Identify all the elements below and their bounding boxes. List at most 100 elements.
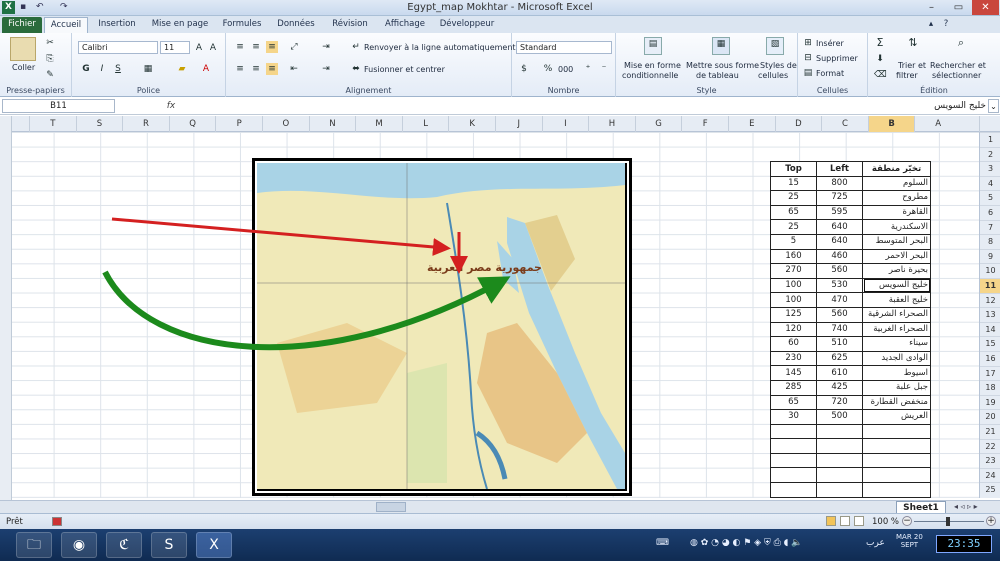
column-header-i[interactable]: I	[541, 116, 589, 132]
row-header-14[interactable]: 14	[980, 321, 1000, 337]
cell-top[interactable]: 160	[770, 248, 817, 265]
bold-button[interactable]: G	[80, 63, 92, 75]
tab-page-layout[interactable]: Mise en page	[148, 17, 212, 33]
row-header-1[interactable]: 1	[980, 132, 1000, 147]
shrink-font-icon[interactable]: A	[207, 42, 219, 54]
sort-filter-icon[interactable]: ⇅	[904, 37, 922, 55]
cell-name[interactable]: اسيوط	[862, 365, 931, 381]
zoom-in-icon[interactable]: +	[986, 516, 996, 526]
cell-empty[interactable]	[862, 452, 931, 469]
row-header-23[interactable]: 23	[980, 453, 1000, 468]
cell-top[interactable]: 285	[770, 379, 817, 396]
increase-indent-icon[interactable]: ⇥	[320, 63, 332, 75]
cell-name[interactable]: خليج العقبة	[862, 292, 931, 308]
cell-left[interactable]: 530	[816, 277, 863, 294]
decrease-decimal-icon[interactable]: ⁻	[598, 63, 610, 75]
row-header-6[interactable]: 6	[980, 205, 1000, 220]
cell-empty[interactable]	[816, 423, 863, 440]
column-header-n[interactable]: N	[308, 116, 356, 132]
header-left[interactable]: Left	[816, 161, 863, 177]
fill-icon[interactable]: ⬇	[874, 53, 886, 65]
column-header-d[interactable]: D	[774, 116, 822, 132]
cell-top[interactable]: 25	[770, 190, 817, 206]
row-header-9[interactable]: 9	[980, 248, 1000, 264]
cell-left[interactable]: 640	[816, 233, 863, 250]
cell-top[interactable]: 15	[770, 175, 817, 192]
tab-data[interactable]: Données	[274, 17, 318, 33]
cell-left[interactable]: 640	[816, 219, 863, 235]
row-header-24[interactable]: 24	[980, 467, 1000, 483]
row-header-8[interactable]: 8	[980, 234, 1000, 249]
tray-icons[interactable]: ◍ ✿ ◔ ◕ ◐ ⚑ ◈ ⛨ ⎙ ◖ 🔈	[690, 538, 802, 548]
column-header-o[interactable]: O	[262, 116, 309, 132]
row-header-5[interactable]: 5	[980, 190, 1000, 205]
row-header-25[interactable]: 25	[980, 482, 1000, 497]
align-top-icon[interactable]: ≡	[234, 41, 246, 53]
cell-empty[interactable]	[862, 438, 931, 454]
delete-icon[interactable]: ⊟	[802, 52, 814, 64]
cell-empty[interactable]	[862, 423, 931, 440]
align-right-icon[interactable]: ≡	[266, 63, 278, 75]
cell-empty[interactable]	[770, 423, 817, 440]
cell-left[interactable]: 510	[816, 336, 863, 352]
row-header-15[interactable]: 15	[980, 336, 1000, 351]
cell-left[interactable]: 725	[816, 190, 863, 206]
tab-insert[interactable]: Insertion	[94, 17, 140, 33]
cell-name[interactable]: البحر المتوسط	[862, 233, 931, 250]
column-header-m[interactable]: M	[355, 116, 402, 132]
expand-formula-icon[interactable]: ⌄	[988, 99, 999, 113]
fill-color-icon[interactable]: ▰	[176, 63, 188, 75]
restore-icon[interactable]: ▭	[945, 0, 972, 15]
row-header-2[interactable]: 2	[980, 146, 1000, 162]
cell-empty[interactable]	[816, 467, 863, 484]
excel-taskbar-icon[interactable]: X	[196, 532, 232, 558]
cell-name[interactable]: مطروح	[862, 190, 931, 206]
cell-left[interactable]: 595	[816, 204, 863, 221]
skype-icon[interactable]: S	[151, 532, 187, 558]
column-header-l[interactable]: L	[401, 116, 449, 132]
number-format-select[interactable]: Standard	[516, 41, 612, 54]
column-header-t[interactable]: T	[29, 116, 76, 132]
help-icon[interactable]: ?	[940, 17, 952, 33]
cell-empty[interactable]	[770, 452, 817, 469]
cell-empty[interactable]	[770, 467, 817, 484]
merge-center-button[interactable]: Fusionner et centrer	[364, 65, 445, 74]
clock[interactable]: 23:35	[936, 535, 992, 553]
cell-styles-button-2[interactable]: cellules	[758, 71, 788, 80]
cell-name[interactable]: الصحراء الشرقية	[862, 306, 931, 323]
percent-button[interactable]: %	[542, 63, 554, 75]
column-header-h[interactable]: H	[588, 116, 635, 132]
indent-icon[interactable]: ⇥	[320, 41, 332, 53]
row-header-12[interactable]: 12	[980, 292, 1000, 308]
header-region[interactable]: تخيّر منطقة	[862, 161, 931, 177]
table-format-icon[interactable]: ▦	[712, 37, 730, 55]
cell-top[interactable]: 25	[770, 219, 817, 235]
zoom-out-icon[interactable]: −	[902, 516, 912, 526]
cell-empty[interactable]	[862, 482, 931, 498]
cell-name[interactable]: العريش	[862, 409, 931, 425]
cell-name[interactable]: الوادى الجديد	[862, 350, 931, 367]
cell-empty[interactable]	[770, 482, 817, 498]
column-header-p[interactable]: P	[215, 116, 262, 132]
paste-icon[interactable]	[10, 37, 36, 61]
cell-empty[interactable]	[816, 438, 863, 454]
row-header-20[interactable]: 20	[980, 409, 1000, 424]
column-header-g[interactable]: G	[634, 116, 682, 132]
explorer-icon[interactable]: 🗀	[16, 532, 52, 558]
row-header-18[interactable]: 18	[980, 380, 1000, 395]
horizontal-scroll-thumb[interactable]	[376, 502, 406, 512]
tab-review[interactable]: Révision	[326, 17, 374, 33]
column-header-q[interactable]: Q	[168, 116, 216, 132]
cut-icon[interactable]: ✂	[44, 37, 56, 49]
cell-left[interactable]: 625	[816, 350, 863, 367]
increase-decimal-icon[interactable]: ⁺	[582, 63, 594, 75]
column-header-e[interactable]: E	[728, 116, 775, 132]
align-left-icon[interactable]: ≡	[234, 63, 246, 75]
find-select-button[interactable]: Rechercher et	[930, 61, 986, 70]
cell-styles-button[interactable]: Styles de	[760, 61, 797, 70]
cell-left[interactable]: 560	[816, 306, 863, 323]
app-c-icon[interactable]: ℭ	[106, 532, 142, 558]
insert-function-button[interactable]: fx	[163, 99, 179, 113]
grow-font-icon[interactable]: A	[193, 42, 205, 54]
tab-home[interactable]: Accueil	[44, 17, 88, 33]
